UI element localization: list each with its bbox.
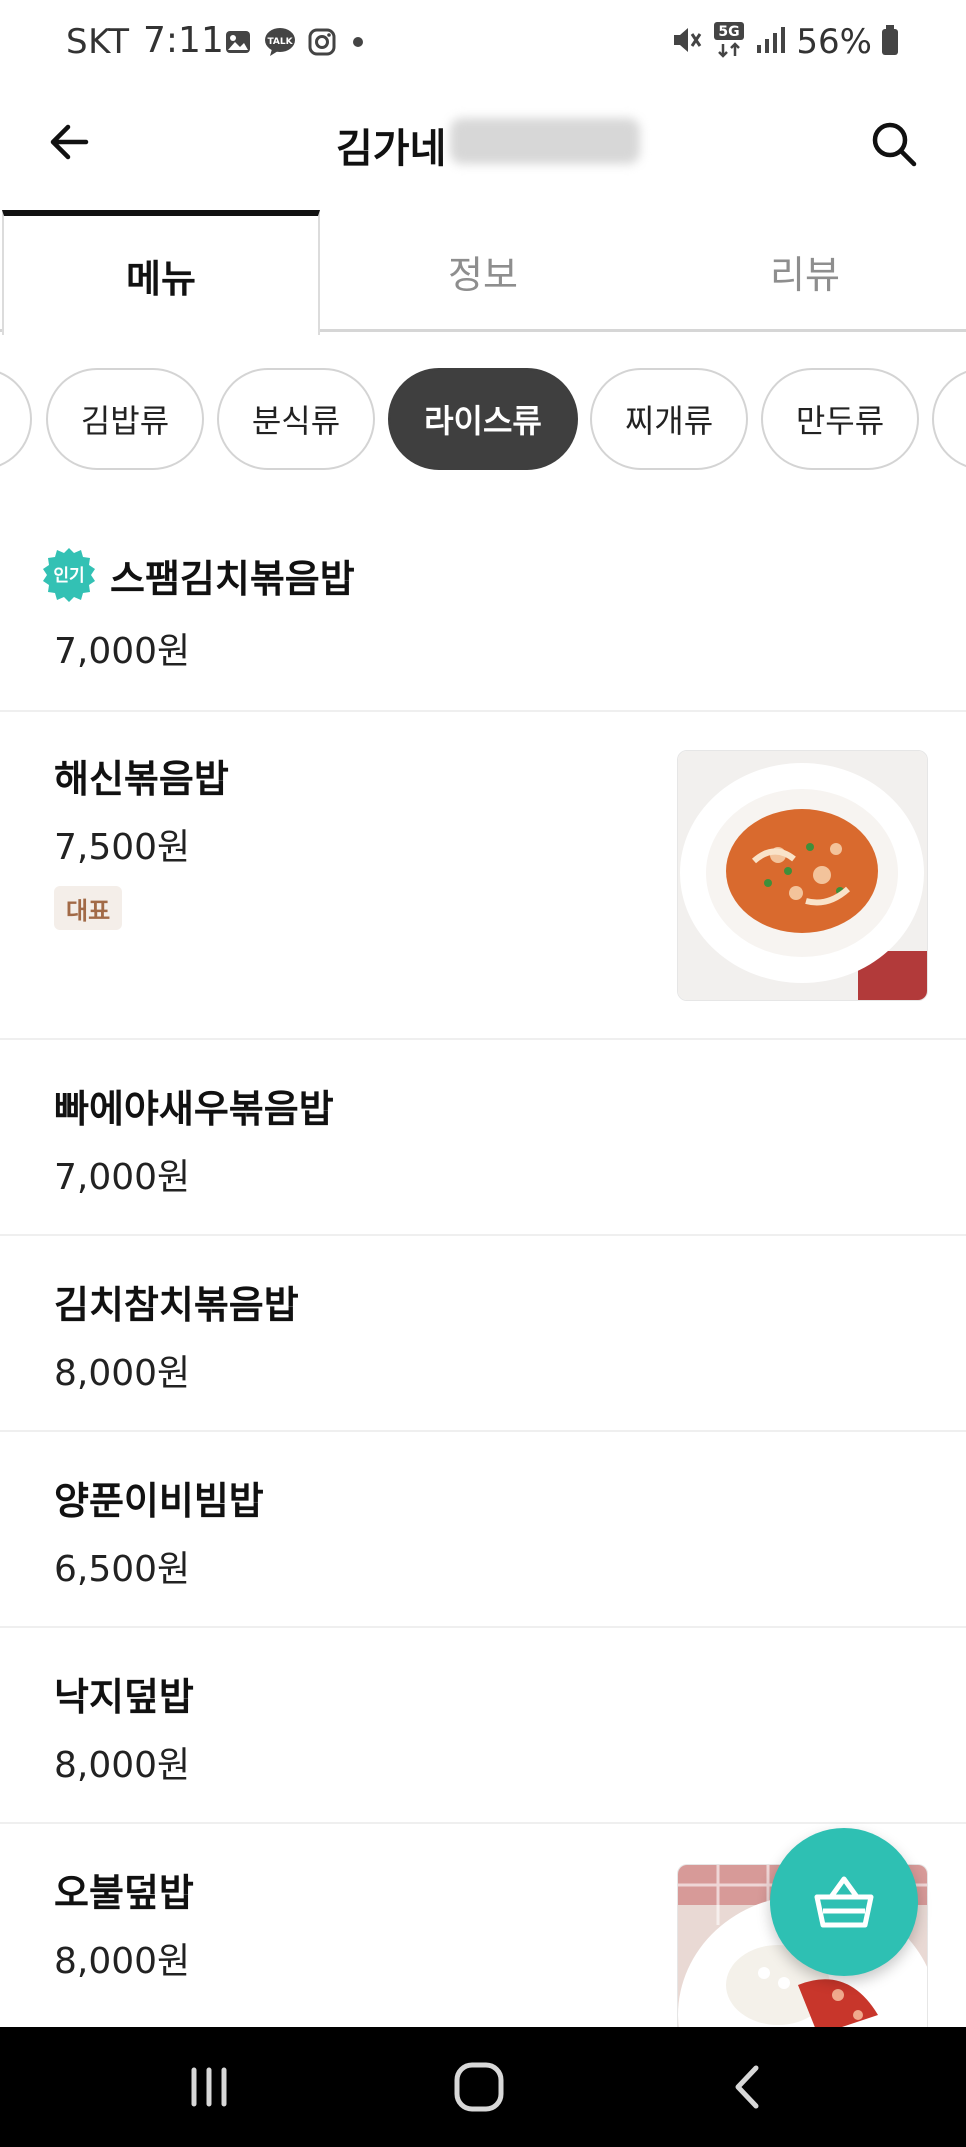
back-nav-icon	[735, 2065, 759, 2109]
battery-icon	[880, 23, 900, 61]
menu-item-price: 7,000원	[54, 1157, 191, 1198]
tab-menu[interactable]: 메뉴	[2, 210, 320, 335]
tab-info[interactable]: 정보	[322, 210, 644, 332]
menu-item-name: 김치참치볶음밥	[54, 1283, 299, 1327]
search-button[interactable]	[862, 112, 926, 176]
gallery-icon	[224, 28, 252, 60]
menu-item-image	[677, 750, 928, 1001]
screen: SKT 7:11 TALK 5G 56% 김가네 메뉴 정보 리뷰 김밥류 분식…	[0, 0, 966, 2147]
store-title-blurred-part	[450, 118, 640, 164]
menu-item-price: 6,500원	[54, 1549, 191, 1590]
recent-apps-icon	[191, 2067, 227, 2107]
back-button[interactable]	[38, 110, 102, 174]
menu-item[interactable]: 낙지덮밥 8,000원	[0, 1628, 966, 1824]
menu-item-name: 낙지덮밥	[54, 1675, 194, 1719]
signal-icon	[754, 23, 788, 61]
category-chip-jjigae[interactable]: 찌개류	[590, 368, 748, 470]
menu-item-price: 7,000원	[54, 631, 191, 672]
menu-item-price: 8,000원	[54, 1353, 191, 1394]
menu-item[interactable]: 양푼이비빔밥 6,500원	[0, 1432, 966, 1628]
menu-item-name: 빠에야새우볶음밥	[54, 1087, 334, 1131]
category-chip-mandu[interactable]: 만두류	[761, 368, 919, 470]
mute-icon	[670, 23, 704, 61]
category-chip-partial-right[interactable]	[932, 368, 966, 470]
popular-badge: 인기	[40, 546, 98, 604]
category-chips: 김밥류 분식류 라이스류 찌개류 만두류	[0, 368, 966, 472]
recent-apps-button[interactable]	[154, 2047, 264, 2127]
menu-item-name: 오불덮밥	[54, 1871, 194, 1915]
category-chip-rice[interactable]: 라이스류	[388, 368, 578, 470]
battery-label: 56%	[796, 22, 872, 62]
talk-icon: TALK	[264, 27, 296, 61]
notification-icons: TALK	[224, 24, 368, 64]
tab-review[interactable]: 리뷰	[644, 210, 966, 332]
dot-icon	[348, 32, 368, 56]
header: 김가네	[0, 90, 966, 200]
menu-item[interactable]: 김치참치볶음밥 8,000원	[0, 1236, 966, 1432]
menu-item[interactable]: 해신볶음밥 7,500원 대표	[0, 712, 966, 1040]
network-5g-icon: 5G	[712, 20, 746, 64]
popular-badge-icon: 인기	[43, 548, 95, 602]
back-arrow-icon	[50, 124, 89, 160]
tab-bar: 메뉴 정보 리뷰	[0, 210, 966, 335]
cart-button[interactable]	[770, 1828, 918, 1976]
system-nav-bar	[0, 2027, 966, 2147]
time-label: 7:11	[143, 20, 224, 61]
svg-text:TALK: TALK	[267, 37, 293, 47]
menu-item[interactable]: 인기 스팸김치볶음밥 7,000원	[0, 520, 966, 712]
menu-item-price: 8,000원	[54, 1745, 191, 1786]
system-status: 5G 56%	[670, 20, 900, 64]
menu-item[interactable]: 빠에야새우볶음밥 7,000원	[0, 1040, 966, 1236]
category-chip-bunsik[interactable]: 분식류	[217, 368, 375, 470]
carrier-label: SKT	[66, 22, 130, 62]
menu-item-name: 해신볶음밥	[54, 757, 229, 801]
svg-text:5G: 5G	[719, 24, 740, 40]
back-nav-button[interactable]	[694, 2047, 804, 2127]
svg-text:인기: 인기	[53, 566, 84, 586]
menu-item-name: 양푼이비빔밥	[54, 1479, 264, 1523]
status-bar: SKT 7:11 TALK 5G 56%	[0, 0, 966, 90]
menu-item-price: 7,500원	[54, 827, 191, 868]
home-icon	[454, 2062, 504, 2112]
store-title: 김가네	[336, 126, 447, 172]
menu-item-name: 스팸김치볶음밥	[110, 557, 355, 601]
representative-badge: 대표	[54, 886, 123, 930]
menu-item-price: 8,000원	[54, 1941, 191, 1982]
home-button[interactable]	[424, 2047, 534, 2127]
basket-icon	[814, 1876, 874, 1928]
category-chip-gimbap[interactable]: 김밥류	[46, 368, 204, 470]
category-chip-partial-left[interactable]	[0, 368, 32, 470]
search-icon	[872, 122, 917, 167]
instagram-icon	[308, 28, 336, 60]
